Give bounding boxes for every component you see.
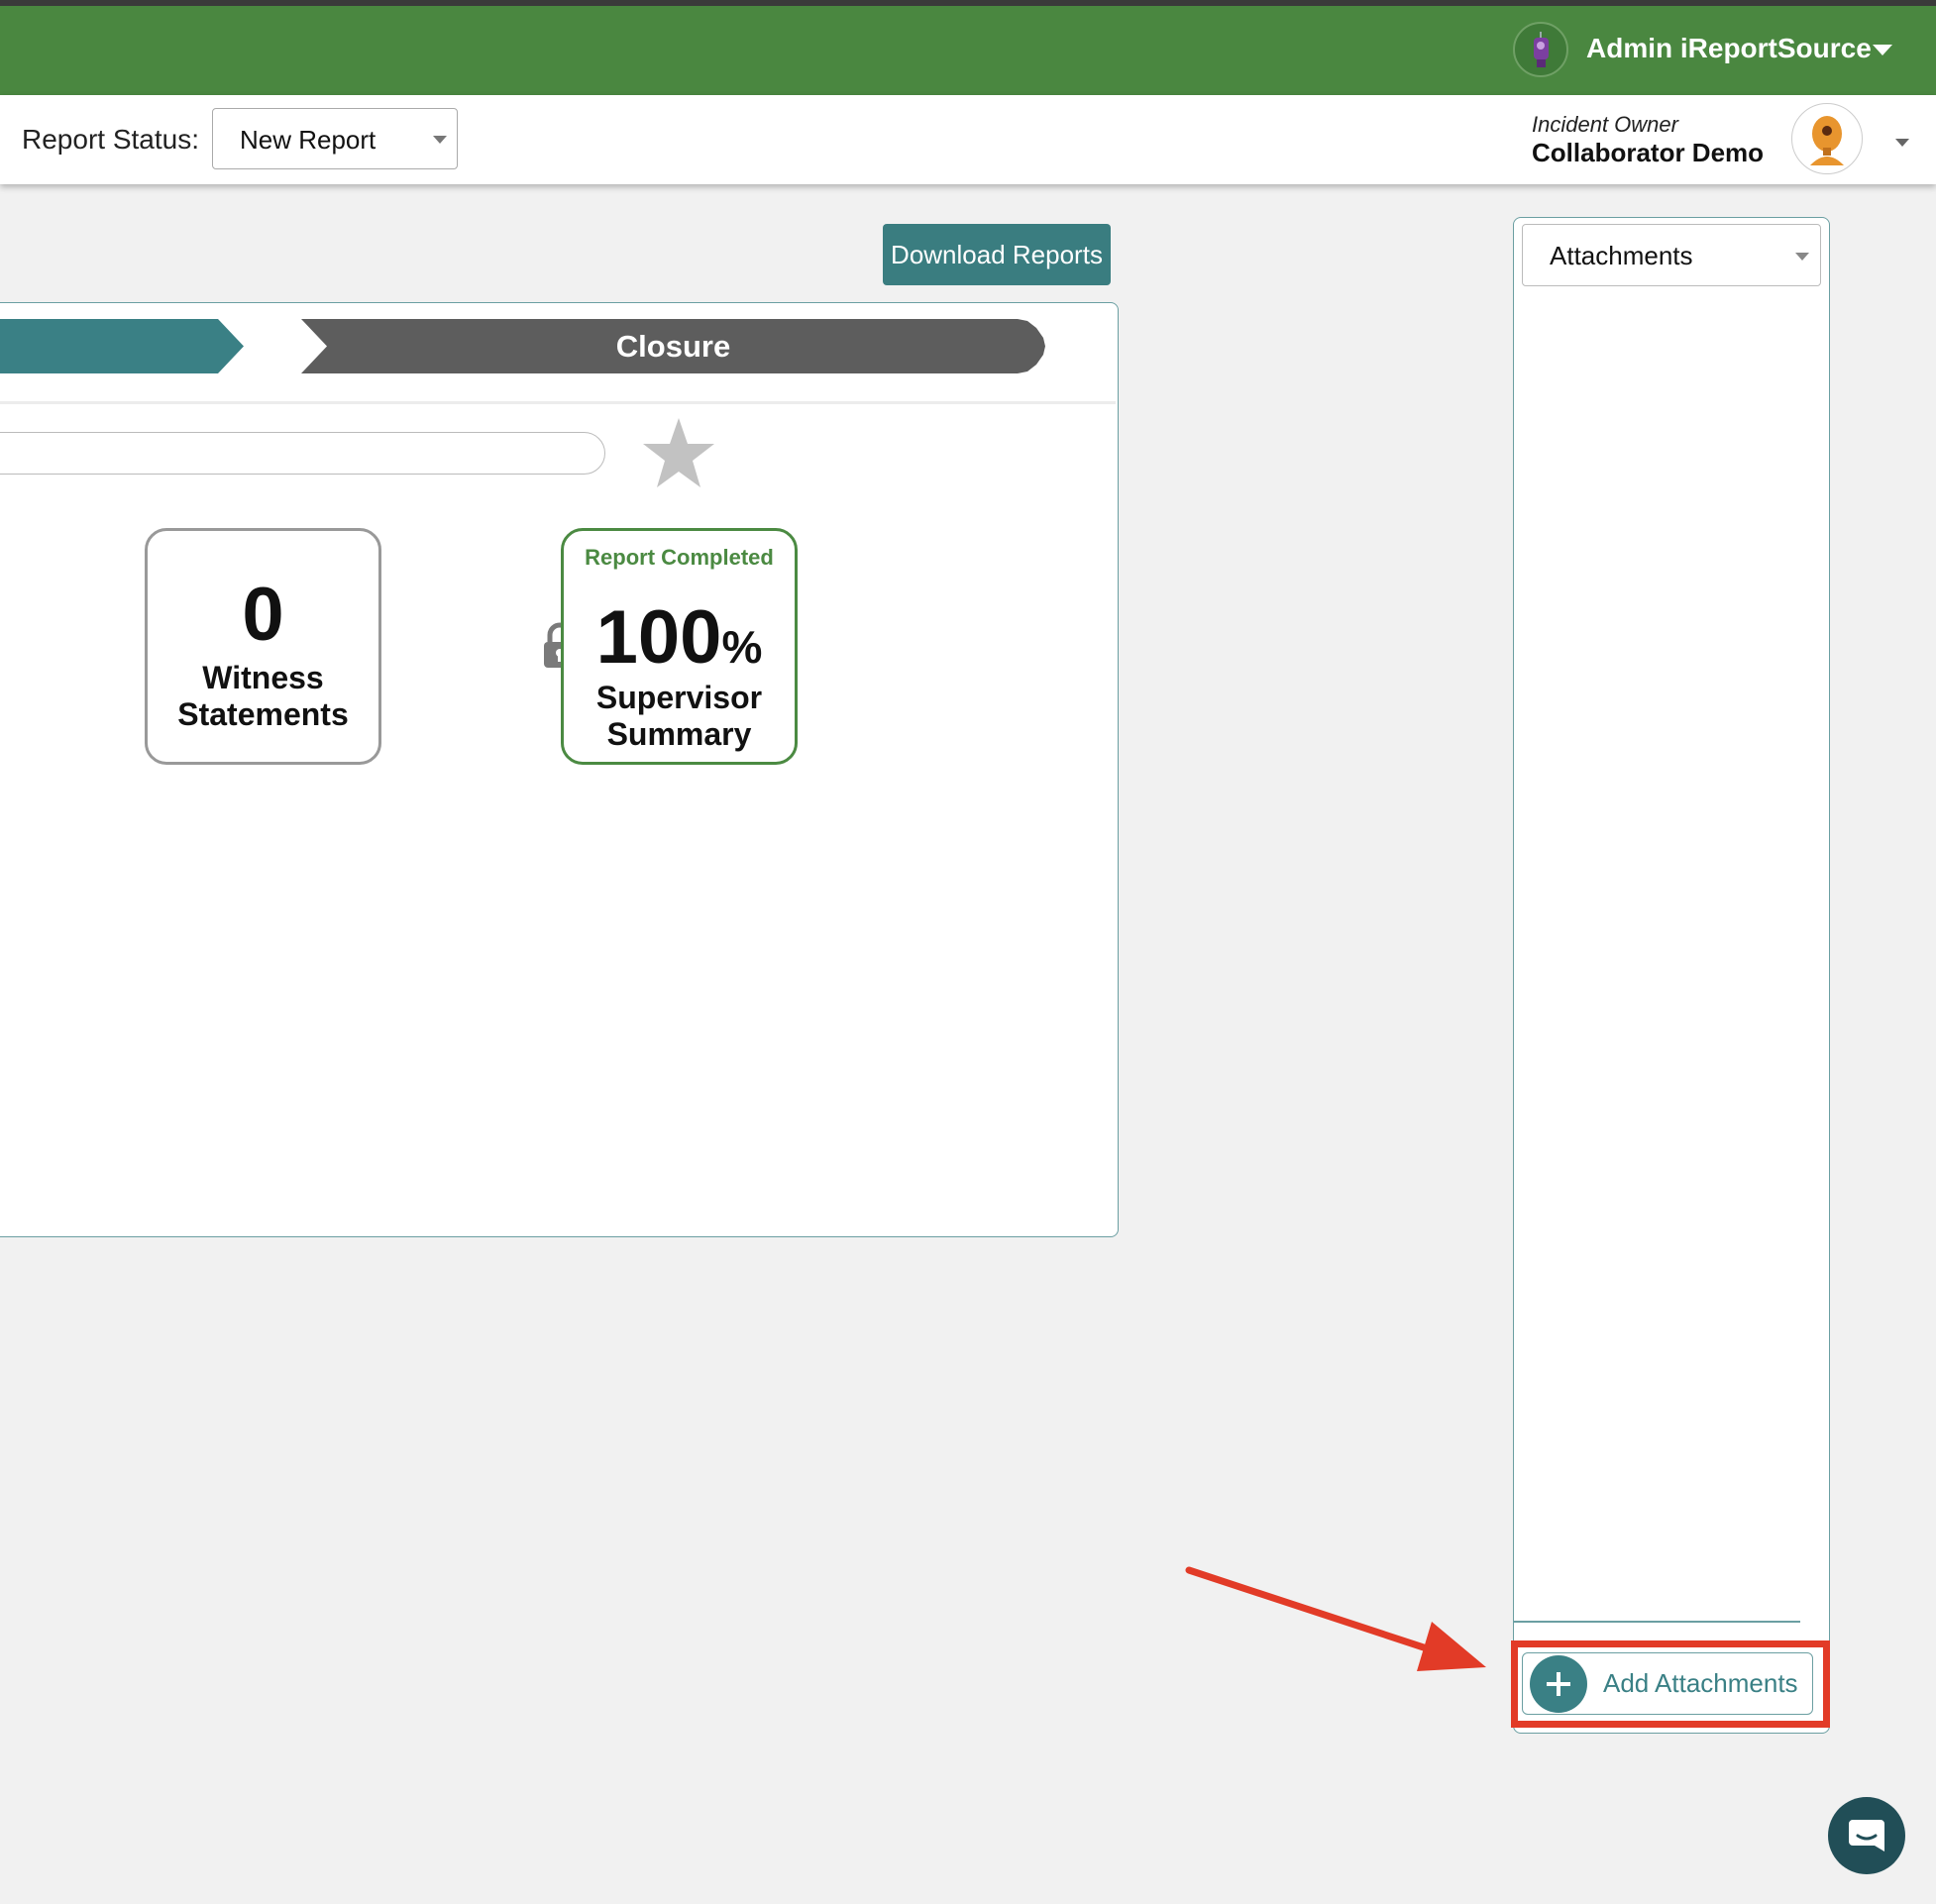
attachments-panel	[1513, 217, 1830, 1734]
owner-menu-chevron-down-icon[interactable]	[1895, 139, 1909, 147]
chat-icon[interactable]	[1847, 1816, 1886, 1855]
report-status-value[interactable]: New Report	[240, 125, 376, 156]
attachments-chevron-down-icon[interactable]	[1795, 253, 1809, 261]
incident-owner-name: Collaborator Demo	[1532, 138, 1765, 167]
supervisor-summary-status: Report Completed	[585, 545, 774, 570]
robot-avatar-icon	[1534, 32, 1549, 67]
star-icon[interactable]	[639, 414, 718, 493]
supervisor-summary-percent: 100%	[561, 594, 798, 681]
report-status-chevron-down-icon[interactable]	[433, 136, 447, 144]
owner-avatar[interactable]	[1791, 103, 1863, 174]
supervisor-summary-label: Supervisor Summary	[595, 680, 763, 752]
attachments-select-label[interactable]: Attachments	[1550, 241, 1693, 271]
witness-statements-count: 0	[242, 573, 284, 657]
user-menu-chevron-down-icon[interactable]	[1873, 45, 1892, 55]
progress-step-active[interactable]	[0, 319, 244, 373]
witness-statements-label: Witness Statements	[177, 660, 349, 732]
search-input[interactable]	[0, 432, 605, 475]
user-avatar[interactable]	[1513, 22, 1568, 77]
annotation-highlight-box	[1511, 1640, 1830, 1728]
supervisor-summary-percent-value: 100	[595, 595, 722, 680]
attachments-divider	[1514, 1621, 1800, 1623]
progress-step-closure-label[interactable]: Closure	[301, 319, 1045, 373]
annotation-arrow-icon	[1179, 1560, 1496, 1679]
incident-owner-label: Incident Owner	[1532, 112, 1678, 137]
user-name[interactable]: Admin iReportSource	[1586, 33, 1872, 64]
report-status-label: Report Status:	[22, 124, 199, 155]
supervisor-summary-percent-sign: %	[721, 621, 763, 673]
steps-divider	[0, 401, 1116, 404]
robot-owner-icon	[1810, 116, 1844, 165]
download-reports-button[interactable]: Download Reports	[883, 224, 1111, 285]
